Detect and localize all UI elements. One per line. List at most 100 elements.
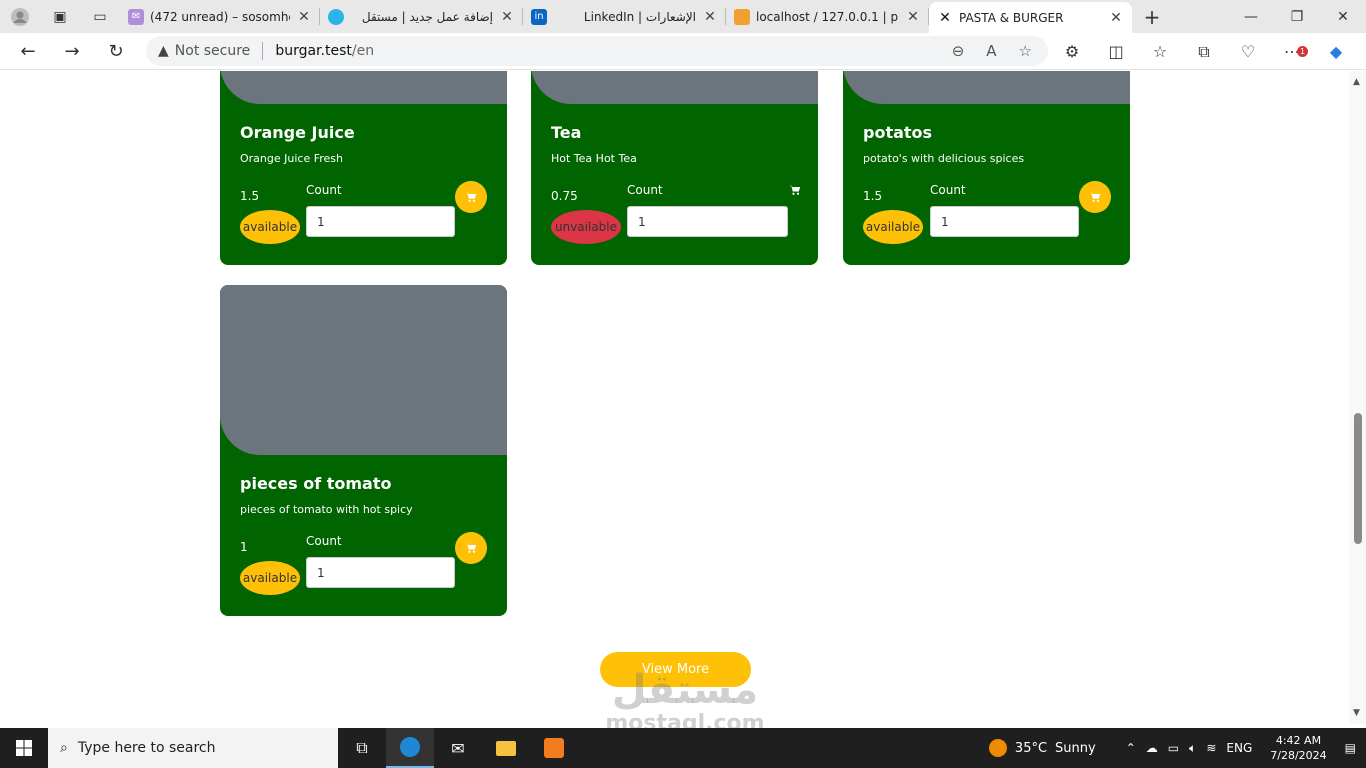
- status-badge: available: [240, 210, 300, 244]
- count-input[interactable]: [306, 206, 455, 237]
- minimize-icon[interactable]: —: [1228, 0, 1274, 33]
- product-description: Orange Juice Fresh: [240, 152, 344, 165]
- watermark: مستقل mostaql.com: [605, 667, 765, 736]
- network-icon[interactable]: ☁: [1146, 741, 1158, 755]
- mail-app-icon[interactable]: ✉: [434, 728, 482, 768]
- cart-icon: [465, 192, 477, 202]
- volume-icon[interactable]: 🔈︎: [1189, 741, 1196, 756]
- read-aloud-icon[interactable]: A: [986, 42, 996, 60]
- tab-phpmyadmin[interactable]: localhost / 127.0.0.1 | php ✕: [726, 0, 929, 33]
- collections-icon[interactable]: ⧉: [1182, 42, 1226, 62]
- add-to-cart-button[interactable]: [455, 532, 487, 564]
- count-label: Count: [306, 183, 342, 197]
- add-to-cart-button[interactable]: [455, 181, 487, 213]
- windows-start-icon[interactable]: [0, 728, 48, 768]
- product-card: pieces of tomato pieces of tomato with h…: [220, 285, 507, 616]
- product-image: [531, 71, 818, 104]
- profile-icon[interactable]: [0, 0, 40, 33]
- scroll-down-icon[interactable]: ▼: [1353, 708, 1360, 718]
- notification-badge: 1: [1297, 46, 1308, 57]
- count-label: Count: [930, 183, 966, 197]
- restore-icon[interactable]: ❐: [1274, 0, 1320, 33]
- scroll-thumb[interactable]: [1354, 413, 1362, 544]
- product-description: pieces of tomato with hot spicy: [240, 503, 413, 516]
- fork-knife-icon: ✕: [939, 9, 951, 26]
- status-badge: available: [240, 561, 300, 595]
- mail-icon: ✉: [128, 8, 144, 25]
- status-badge: unvailable: [551, 210, 621, 244]
- product-card: potatos potato's with delicious spices 1…: [843, 71, 1130, 265]
- workspaces-icon[interactable]: ▣: [40, 0, 80, 33]
- forward-icon[interactable]: →: [50, 33, 94, 70]
- mostaql-icon: [328, 8, 344, 25]
- count-input[interactable]: [930, 206, 1079, 237]
- browser-tab-strip: ▣ ▭ ✉ (472 unread) – sosomheda ✕ إضافة ع…: [0, 0, 1366, 33]
- back-icon[interactable]: ←: [6, 33, 50, 70]
- product-name: pieces of tomato: [240, 474, 392, 493]
- weather-widget[interactable]: 35°C Sunny: [988, 739, 1096, 757]
- product-image: [220, 285, 507, 455]
- close-icon[interactable]: ✕: [702, 9, 718, 25]
- clock[interactable]: 4:42 AM 7/28/2024: [1270, 733, 1326, 763]
- sun-icon: [988, 739, 1007, 757]
- favorites-icon[interactable]: ☆: [1138, 42, 1182, 61]
- count-label: Count: [306, 534, 342, 548]
- product-price: 1.5: [240, 189, 260, 203]
- close-icon[interactable]: ✕: [905, 9, 921, 25]
- tab-mail[interactable]: ✉ (472 unread) – sosomheda ✕: [120, 0, 320, 33]
- file-explorer-icon[interactable]: [482, 728, 530, 768]
- product-card: Orange Juice Orange Juice Fresh 1.5 Coun…: [220, 71, 507, 265]
- tab-pasta-burger[interactable]: ✕ PASTA & BURGER ✕: [929, 2, 1132, 33]
- count-input[interactable]: [306, 557, 455, 588]
- favorite-star-icon[interactable]: ☆: [1019, 42, 1032, 60]
- add-to-cart-button[interactable]: [787, 182, 803, 198]
- taskbar-search[interactable]: ⌕ Type here to search: [48, 728, 338, 768]
- tab-actions-icon[interactable]: ▭: [80, 0, 120, 33]
- battery-icon[interactable]: ▭: [1168, 741, 1179, 755]
- notifications-icon[interactable]: ▤: [1345, 741, 1356, 755]
- close-icon[interactable]: ✕: [296, 9, 312, 25]
- xampp-icon[interactable]: [530, 728, 578, 768]
- copilot-icon[interactable]: ◆: [1314, 42, 1358, 61]
- product-price: 1: [240, 540, 248, 554]
- tab-mostaql[interactable]: إضافة عمل جديد | مستقل ✕: [320, 0, 523, 33]
- window-controls: — ❐ ✕: [1228, 0, 1366, 33]
- product-image: [843, 71, 1130, 104]
- zoom-icon[interactable]: ⊖: [952, 42, 965, 60]
- refresh-icon[interactable]: ↻: [94, 33, 138, 70]
- count-input[interactable]: [627, 206, 788, 237]
- search-icon: ⌕: [60, 740, 68, 756]
- cart-icon: [1089, 192, 1101, 202]
- status-badge: available: [863, 210, 923, 244]
- task-view-icon[interactable]: ⧉: [338, 728, 386, 768]
- address-toolbar: ← → ↻ ▲ Not secure burgar.test/en ⊖ A ☆ …: [0, 33, 1366, 70]
- close-icon[interactable]: ✕: [499, 9, 515, 25]
- new-tab-button[interactable]: +: [1132, 5, 1172, 29]
- count-label: Count: [627, 183, 663, 197]
- split-screen-icon[interactable]: ◫: [1094, 42, 1138, 61]
- system-tray: 35°C Sunny ⌃ ☁ ▭ 🔈︎ ≋ ENG 4:42 AM 7/28/2…: [988, 728, 1366, 768]
- product-price: 1.5: [863, 189, 883, 203]
- add-to-cart-button[interactable]: [1079, 181, 1111, 213]
- address-bar[interactable]: ▲ Not secure burgar.test/en ⊖ A ☆: [146, 36, 1048, 66]
- settings-more-icon[interactable]: ⋯ 1: [1270, 42, 1314, 61]
- close-icon[interactable]: ✕: [1108, 10, 1124, 26]
- product-price: 0.75: [551, 189, 578, 203]
- page-viewport: Orange Juice Orange Juice Fresh 1.5 Coun…: [0, 71, 1349, 724]
- product-name: potatos: [863, 123, 933, 142]
- wifi-icon[interactable]: ≋: [1206, 741, 1216, 755]
- page-scrollbar[interactable]: ▲ ▼: [1349, 71, 1366, 724]
- extensions-icon[interactable]: ⚙: [1050, 42, 1094, 61]
- language-indicator[interactable]: ENG: [1226, 741, 1252, 755]
- tab-linkedin[interactable]: in LinkedIn | الإشعارات ✕: [523, 0, 726, 33]
- product-image: [220, 71, 507, 104]
- product-name: Orange Juice: [240, 123, 355, 142]
- edge-icon[interactable]: [386, 728, 434, 768]
- close-window-icon[interactable]: ✕: [1320, 0, 1366, 33]
- scroll-up-icon[interactable]: ▲: [1353, 77, 1360, 87]
- product-description: Hot Tea Hot Tea: [551, 152, 637, 165]
- cart-icon: [465, 543, 477, 553]
- url-text[interactable]: burgar.test/en: [275, 43, 374, 59]
- chevron-up-icon[interactable]: ⌃: [1126, 741, 1136, 755]
- browser-essentials-icon[interactable]: ♡: [1226, 42, 1270, 61]
